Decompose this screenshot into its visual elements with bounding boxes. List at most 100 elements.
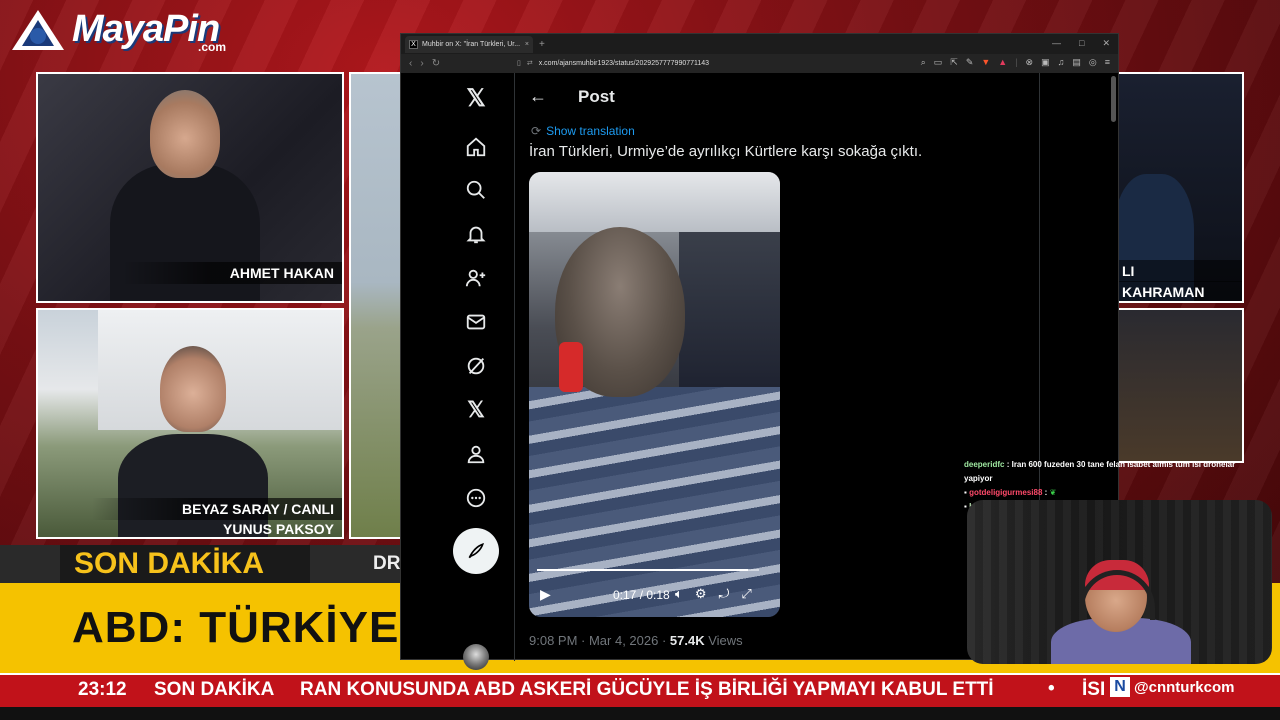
- ticker-label: SON DAKİKA: [154, 679, 275, 700]
- edit-icon[interactable]: ✎: [966, 57, 974, 68]
- stream-chat: deeperidfc : Iran 600 fuzeden 30 tane fe…: [964, 458, 1264, 511]
- panther-logo-icon: [12, 10, 64, 50]
- post-column: ← Post ⟳ Show translation İran Türkleri,…: [515, 73, 1039, 661]
- premium-icon[interactable]: 𝕏: [463, 397, 489, 423]
- back-arrow-icon[interactable]: ←: [529, 86, 547, 107]
- zoom-icon[interactable]: ⌕: [921, 57, 926, 68]
- channel-handle: N @cnnturkcom: [1110, 676, 1234, 698]
- post-header: ← Post: [515, 73, 1039, 121]
- video-time: 0:17 / 0:18: [613, 588, 670, 602]
- x-sidebar: 𝕏 𝕏: [401, 73, 515, 670]
- video-panel-white-house: BEYAZ SARAY / CANLI YUNUS PAKSOY: [36, 308, 344, 539]
- menu-icon[interactable]: ≡: [1105, 57, 1110, 68]
- video-flag: [559, 342, 583, 392]
- account-avatar[interactable]: [463, 644, 489, 670]
- presenter-head: [150, 90, 220, 178]
- chat-username: deeperidfc: [964, 460, 1005, 469]
- messages-icon[interactable]: [463, 309, 489, 335]
- settings-icon[interactable]: ⚙︎: [695, 586, 707, 602]
- video-panel-night: LI KAHRAMAN: [1112, 72, 1244, 303]
- ticker-next: İSI: [1082, 679, 1106, 700]
- video-control-icons: 🔈︎ ⚙︎ ⤾ ⤢: [675, 586, 752, 602]
- tweet-timestamp[interactable]: 9:08 PM · Mar 4, 2026 ·: [529, 633, 670, 648]
- extension-icon[interactable]: ⊗: [1026, 57, 1034, 68]
- reload-icon[interactable]: ↻: [432, 58, 440, 69]
- video-controls: ▶ 0:17 / 0:18 🔈︎ ⚙︎ ⤾ ⤢: [529, 580, 780, 610]
- name-strip: AHMET HAKAN: [122, 262, 342, 284]
- name-strip-line1: LI: [1114, 260, 1242, 282]
- mayapin-logo: MayaPin .com: [8, 4, 238, 54]
- tweet-meta: 9:08 PM · Mar 4, 2026 · 57.4K Views: [529, 633, 743, 648]
- tweet-text: İran Türkleri, Urmiye’de ayrılıkçı Kürtl…: [529, 143, 923, 160]
- cast-icon[interactable]: ▭: [934, 57, 943, 68]
- name-strip-line2: YUNUS PAKSOY: [223, 521, 334, 537]
- bookmark-icon[interactable]: ▯: [517, 57, 521, 70]
- address-field[interactable]: ▯ ⇄ x.com/ajansmuhbir1923/status/2029257…: [517, 57, 897, 70]
- vpn-icon[interactable]: ◎: [1089, 57, 1097, 68]
- home-icon[interactable]: [463, 134, 489, 160]
- bottom-bar: [0, 707, 1280, 720]
- name-strip-line1: BEYAZ SARAY / CANLI: [92, 498, 342, 520]
- back-nav-icon[interactable]: ‹: [409, 58, 412, 69]
- grok-icon[interactable]: [463, 353, 489, 379]
- views-count: 57.4K: [669, 633, 705, 648]
- maximize-button[interactable]: □: [1079, 38, 1084, 49]
- show-translation-link[interactable]: ⟳ Show translation: [531, 124, 635, 138]
- ticker-bullet: •: [1048, 678, 1055, 699]
- wallet-icon[interactable]: ▣: [1041, 57, 1050, 68]
- loop-icon[interactable]: ⤾: [718, 586, 729, 602]
- chat-message: deeperidfc : Iran 600 fuzeden 30 tane fe…: [964, 458, 1264, 486]
- reporter-head: [160, 346, 226, 432]
- browser-tab[interactable]: X Muhbir on X: "İran Türkleri, Ur... ×: [405, 35, 533, 53]
- video-progress-bar[interactable]: [537, 569, 759, 571]
- show-translation-text: Show translation: [546, 124, 635, 138]
- video-progress-fill: [537, 569, 748, 571]
- cnn-n-icon: N: [1110, 677, 1130, 697]
- translate-icon: ⟳: [531, 124, 542, 138]
- feather-icon: [468, 543, 484, 559]
- x-logo-icon[interactable]: 𝕏: [463, 85, 489, 112]
- share-icon[interactable]: ⇱: [950, 57, 958, 68]
- close-window-button[interactable]: ✕: [1102, 38, 1110, 49]
- chat-text: :: [1044, 488, 1048, 497]
- search-icon[interactable]: [463, 177, 489, 203]
- brave-rewards-icon[interactable]: ▲: [998, 57, 1007, 68]
- ticker-text: RAN KONUSUNDA ABD ASKERİ GÜCÜYLE İŞ BİRL…: [300, 679, 994, 700]
- views-label: Views: [704, 633, 743, 648]
- url-bar: ‹ › ↻ ▯ ⇄ x.com/ajansmuhbir1923/status/2…: [401, 54, 1118, 73]
- play-icon[interactable]: ▶: [540, 586, 551, 603]
- tweet-video[interactable]: ▶ 0:17 / 0:18 🔈︎ ⚙︎ ⤾ ⤢: [529, 172, 780, 617]
- chat-text: : Iran 600 fuzeden 30 tane felan isabet …: [964, 460, 1236, 483]
- channel-handle-text: @cnnturkcom: [1134, 678, 1235, 696]
- profile-icon[interactable]: [463, 441, 489, 467]
- tab-close-icon[interactable]: ×: [525, 41, 529, 48]
- music-icon[interactable]: ♫: [1058, 57, 1065, 68]
- tab-title: Muhbir on X: "İran Türkleri, Ur...: [422, 40, 521, 48]
- sep: |: [1015, 57, 1018, 67]
- sidebar-toggle-icon[interactable]: ▤: [1072, 57, 1081, 68]
- compose-post-button[interactable]: [453, 528, 499, 574]
- ticker-time: 23:12: [78, 679, 127, 700]
- brave-shields-icon[interactable]: ▼: [981, 57, 990, 68]
- headline: ABD: TÜRKİYE: [72, 603, 400, 652]
- new-tab-icon[interactable]: +: [539, 39, 545, 50]
- breaking-tag: SON DAKİKA: [74, 547, 265, 580]
- chat-message: ▪ gotdeligigurmesi88 : ❦: [964, 486, 1264, 500]
- video-panel-night-2: [1112, 308, 1244, 463]
- forward-nav-icon[interactable]: ›: [420, 58, 423, 69]
- fullscreen-icon[interactable]: ⤢: [741, 586, 751, 602]
- scrollbar[interactable]: [1111, 76, 1116, 122]
- leaf-emote-icon: ❦: [1049, 488, 1057, 497]
- tab-bar: X Muhbir on X: "İran Türkleri, Ur... × +…: [401, 34, 1118, 54]
- volume-icon[interactable]: 🔈︎: [675, 586, 683, 602]
- news-ticker: 23:12 SON DAKİKA RAN KONUSUNDA ABD ASKER…: [0, 673, 1280, 707]
- breaking-tag-partial: DR: [373, 553, 401, 574]
- chat-username: gotdeligigurmesi88: [969, 488, 1043, 497]
- more-icon[interactable]: [463, 485, 489, 511]
- badge-icon: ▪: [964, 488, 967, 497]
- site-info-icon[interactable]: ⇄: [527, 57, 533, 70]
- follow-icon[interactable]: [463, 265, 489, 291]
- name-strip-line2: KAHRAMAN: [1114, 281, 1242, 301]
- notifications-icon[interactable]: [463, 221, 489, 247]
- minimize-button[interactable]: —: [1052, 38, 1061, 49]
